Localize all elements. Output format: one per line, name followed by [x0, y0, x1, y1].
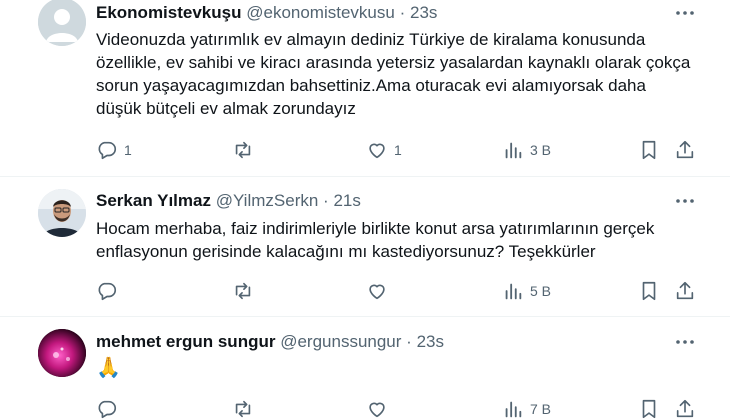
views-icon: [505, 142, 522, 159]
tweet-actions: 7 B: [96, 397, 706, 420]
user-handle[interactable]: @YilmzSerkn: [216, 191, 319, 210]
retweet-button[interactable]: [232, 138, 260, 162]
more-icon[interactable]: [674, 332, 696, 352]
separator-dot: ·: [323, 191, 329, 210]
photo-avatar-icon: [38, 189, 86, 237]
separator-dot: ·: [406, 332, 412, 351]
reply-feed: Ekonomistevkuşu @ekonomistevkusu · 23s V…: [0, 0, 730, 420]
reply-button[interactable]: [96, 279, 124, 303]
user-handle[interactable]: @ekonomistevkusu: [246, 3, 395, 22]
views-button[interactable]: 7 B: [502, 397, 551, 420]
views-icon: [505, 283, 522, 300]
views-button[interactable]: 5 B: [502, 279, 551, 303]
retweet-button[interactable]: [232, 279, 260, 303]
tweet-header: mehmet ergun sungur @ergunssungur · 23s: [96, 332, 444, 352]
avatar[interactable]: [38, 189, 86, 237]
like-icon: [369, 284, 385, 300]
display-name[interactable]: mehmet ergun sungur: [96, 332, 275, 351]
timestamp[interactable]: 21s: [333, 191, 360, 210]
share-icon: [676, 281, 694, 300]
share-button[interactable]: [674, 138, 696, 162]
like-button[interactable]: 1: [366, 138, 402, 162]
avatar[interactable]: [38, 329, 86, 377]
share-icon: [676, 140, 694, 159]
tweet-text: Videonuzda yatırımlık ev almayın dediniz…: [96, 30, 691, 118]
more-icon[interactable]: [674, 191, 696, 211]
tweet-text: Hocam merhaba, faiz indirimleriyle birli…: [96, 219, 655, 261]
reply-icon: [98, 400, 117, 419]
tweet-header: Serkan Yılmaz @YilmzSerkn · 21s: [96, 191, 361, 211]
views-button[interactable]: 3 B: [502, 138, 551, 162]
bookmark-icon: [642, 140, 656, 160]
bookmark-icon: [642, 399, 656, 419]
display-name[interactable]: Serkan Yılmaz: [96, 191, 211, 210]
display-name[interactable]: Ekonomistevkuşu: [96, 3, 242, 22]
views-count: 5 B: [530, 283, 552, 299]
bookmark-button[interactable]: [638, 138, 660, 162]
pink-avatar-icon: [38, 329, 86, 377]
reply-button[interactable]: [96, 397, 124, 420]
default-avatar-icon: [38, 0, 86, 46]
tweet-header: Ekonomistevkuşu @ekonomistevkusu · 23s: [96, 3, 437, 23]
reply-button[interactable]: 1: [96, 138, 132, 162]
views-count: 3 B: [530, 142, 552, 158]
user-handle[interactable]: @ergunssungur: [280, 332, 401, 351]
bookmark-button[interactable]: [638, 279, 660, 303]
tweet-1[interactable]: Ekonomistevkuşu @ekonomistevkusu · 23s V…: [0, 0, 730, 172]
more-icon[interactable]: [674, 3, 696, 23]
tweet-actions: 1 1 3 B: [96, 138, 706, 162]
separator-dot: ·: [399, 3, 406, 22]
bookmark-icon: [642, 281, 656, 301]
views-count: 7 B: [530, 401, 552, 417]
share-button[interactable]: [674, 279, 696, 303]
like-button[interactable]: [366, 397, 394, 420]
tweet-text: 🙏: [96, 357, 121, 379]
tweet-2[interactable]: Serkan Yılmaz @YilmzSerkn · 21s Hocam me…: [0, 177, 730, 317]
retweet-icon: [235, 400, 251, 418]
like-icon: [369, 402, 385, 418]
like-button[interactable]: [366, 279, 394, 303]
reply-icon: [98, 282, 117, 301]
reply-count: 1: [124, 142, 132, 158]
retweet-icon: [235, 282, 251, 300]
like-count: 1: [394, 142, 402, 158]
reply-icon: [98, 141, 117, 160]
retweet-icon: [235, 141, 251, 159]
share-icon: [676, 399, 694, 418]
timestamp[interactable]: 23s: [410, 3, 437, 22]
like-icon: [369, 143, 385, 159]
share-button[interactable]: [674, 397, 696, 420]
tweet-actions: 5 B: [96, 279, 706, 303]
timestamp[interactable]: 23s: [417, 332, 444, 351]
tweet-3[interactable]: mehmet ergun sungur @ergunssungur · 23s …: [0, 317, 730, 420]
bookmark-button[interactable]: [638, 397, 660, 420]
views-icon: [505, 401, 522, 418]
retweet-button[interactable]: [232, 397, 260, 420]
avatar[interactable]: [38, 0, 86, 46]
